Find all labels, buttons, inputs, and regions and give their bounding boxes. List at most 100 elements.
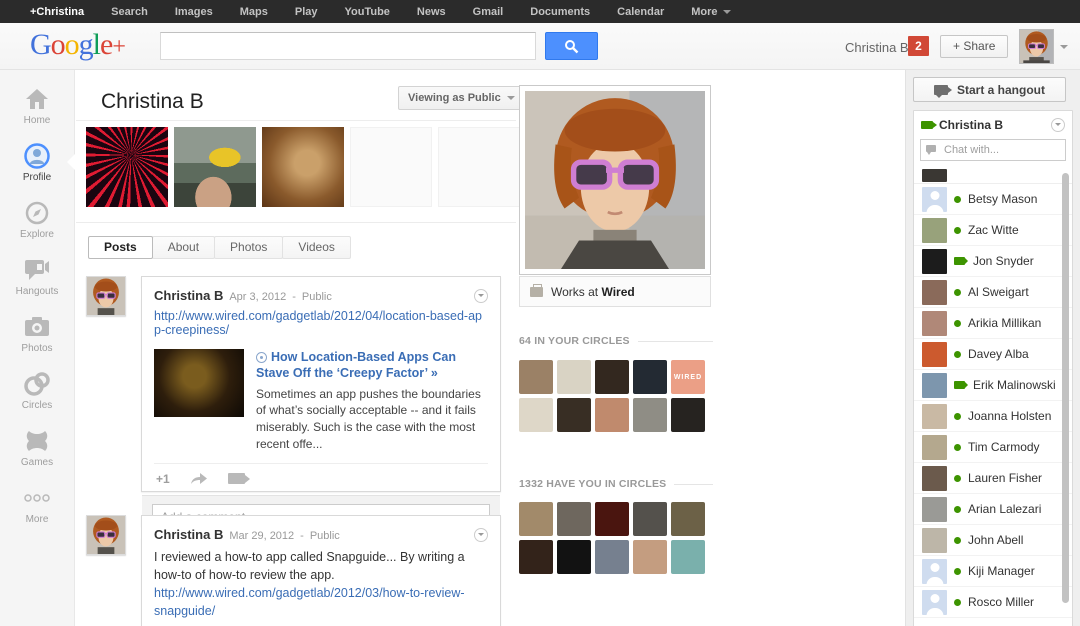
circle-member-avatar[interactable] [633, 398, 667, 432]
chat-search-input[interactable] [920, 139, 1066, 161]
circle-member-avatar[interactable] [633, 540, 667, 574]
attachment-thumbnail[interactable] [154, 349, 244, 417]
circle-member-avatar[interactable] [519, 540, 553, 574]
plus-one-button[interactable]: +1 [156, 472, 170, 486]
list-item[interactable]: Zac Witte [914, 215, 1072, 246]
chat-options-button[interactable] [1051, 118, 1065, 132]
circle-member-avatar-wired[interactable]: WIRED [671, 360, 705, 394]
profile-photo[interactable] [519, 85, 711, 275]
share-button[interactable]: + Share [940, 35, 1008, 58]
sidebar-item-games[interactable]: Games [0, 428, 74, 468]
list-item[interactable]: Arian Lalezari [914, 494, 1072, 525]
tab-photos[interactable]: Photos [214, 236, 283, 259]
circle-member-avatar[interactable] [519, 502, 553, 536]
google-plus-logo[interactable]: Google+ [30, 28, 125, 62]
list-item[interactable]: Joanna Holsten [914, 401, 1072, 432]
sidebar-item-explore[interactable]: Explore [0, 200, 74, 240]
scrapbook-photo-empty-2[interactable] [438, 127, 520, 207]
nav-youtube[interactable]: YouTube [345, 6, 390, 18]
nav-gmail[interactable]: Gmail [473, 6, 504, 18]
list-item[interactable]: Jon Snyder [914, 246, 1072, 277]
circle-member-avatar[interactable] [557, 398, 591, 432]
circle-member-avatar[interactable] [671, 540, 705, 574]
contact-avatar [922, 249, 947, 274]
tab-posts[interactable]: Posts [88, 236, 153, 259]
sidebar-item-hangouts[interactable]: Hangouts [0, 257, 74, 297]
tab-about[interactable]: About [152, 236, 215, 259]
circle-member-avatar[interactable] [557, 540, 591, 574]
account-name[interactable]: Christina B [845, 40, 909, 55]
post-author-avatar[interactable] [86, 276, 126, 316]
nav-search[interactable]: Search [111, 6, 148, 18]
circle-member-avatar[interactable] [595, 540, 629, 574]
post-options-button[interactable] [474, 289, 488, 303]
nav-more-menu[interactable]: More [691, 6, 730, 18]
circle-member-avatar[interactable] [519, 398, 553, 432]
scrapbook-photo-1[interactable] [86, 127, 168, 207]
list-item[interactable]: John Abell [914, 525, 1072, 556]
scrapbook-photo-empty-1[interactable] [350, 127, 432, 207]
list-item[interactable] [914, 169, 1072, 184]
post-visibility[interactable]: Public [310, 530, 340, 542]
sidebar-item-profile[interactable]: Profile [0, 143, 74, 183]
circle-member-avatar[interactable] [557, 360, 591, 394]
post-link[interactable]: http://www.wired.com/gadgetlab/2012/03/h… [154, 586, 465, 618]
chat-scrollbar[interactable] [1062, 173, 1069, 603]
list-item[interactable]: Arikia Millikan [914, 308, 1072, 339]
nav-images[interactable]: Images [175, 6, 213, 18]
start-hangout-button[interactable]: Start a hangout [913, 77, 1066, 102]
list-item[interactable]: Al Sweigart [914, 277, 1072, 308]
post-author-avatar[interactable] [86, 515, 126, 555]
nav-play[interactable]: Play [295, 6, 318, 18]
post-options-button[interactable] [474, 528, 488, 542]
tab-videos[interactable]: Videos [282, 236, 350, 259]
post-visibility[interactable]: Public [302, 291, 332, 303]
profile-portrait [525, 91, 705, 269]
list-item[interactable]: Davey Alba [914, 339, 1072, 370]
in-your-circles-grid: WIRED [519, 360, 713, 432]
nav-documents[interactable]: Documents [530, 6, 590, 18]
nav-news[interactable]: News [417, 6, 446, 18]
list-item[interactable]: Betsy Mason [914, 184, 1072, 215]
works-at-label: Works at Wired [551, 285, 635, 299]
nav-calendar[interactable]: Calendar [617, 6, 664, 18]
attachment-title[interactable]: How Location-Based Apps Can Stave Off th… [256, 349, 488, 382]
circle-member-avatar[interactable] [595, 360, 629, 394]
list-item[interactable]: Kiji Manager [914, 556, 1072, 587]
list-item[interactable]: Lauren Fisher [914, 463, 1072, 494]
circle-member-avatar[interactable] [595, 502, 629, 536]
account-avatar[interactable] [1019, 29, 1054, 64]
scrapbook-photo-3[interactable] [262, 127, 344, 207]
search-input[interactable] [160, 32, 536, 60]
circle-member-avatar[interactable] [633, 502, 667, 536]
presence-icon [954, 196, 961, 203]
nav-maps[interactable]: Maps [240, 6, 268, 18]
works-at-box: Works at Wired [519, 276, 711, 307]
list-item[interactable]: Tim Carmody [914, 432, 1072, 463]
sidebar-item-photos[interactable]: Photos [0, 314, 74, 354]
circle-member-avatar[interactable] [557, 502, 591, 536]
post-link[interactable]: http://www.wired.com/gadgetlab/2012/04/l… [142, 303, 500, 337]
viewing-as-button[interactable]: Viewing as Public [398, 86, 525, 110]
sidebar-item-circles[interactable]: Circles [0, 371, 74, 411]
search-button[interactable] [545, 32, 598, 60]
share-icon[interactable] [190, 472, 208, 485]
hangout-action-icon[interactable] [228, 473, 245, 484]
list-item[interactable]: Erik Malinowski [914, 370, 1072, 401]
circle-member-avatar[interactable] [633, 360, 667, 394]
circle-member-avatar[interactable] [595, 398, 629, 432]
sidebar-item-more[interactable]: More [0, 485, 74, 525]
circle-member-avatar[interactable] [671, 398, 705, 432]
circle-member-avatar[interactable] [519, 360, 553, 394]
circle-member-avatar[interactable] [671, 502, 705, 536]
list-item[interactable]: Rosco Miller [914, 587, 1072, 618]
scrapbook-photo-2[interactable] [174, 127, 256, 207]
have-you-in-circles-grid [519, 502, 713, 574]
post-author[interactable]: Christina B [154, 527, 223, 542]
sidebar-item-home[interactable]: Home [0, 86, 74, 126]
account-menu-caret[interactable] [1060, 45, 1068, 49]
post-author[interactable]: Christina B [154, 288, 223, 303]
notifications-badge[interactable]: 2 [908, 36, 929, 56]
post-body: I reviewed a how-to app called Snapguide… [142, 542, 500, 621]
nav-plus-christina[interactable]: +Christina [30, 6, 84, 18]
